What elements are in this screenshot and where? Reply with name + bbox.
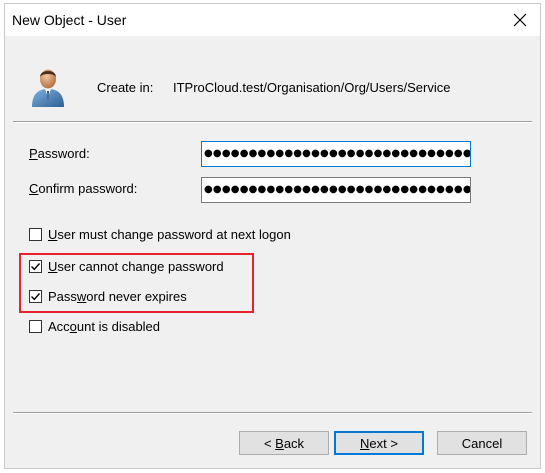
option0-accesskey: U	[48, 226, 58, 242]
password-input[interactable]: ●●●●●●●●●●●●●●●●●●●●●●●●●●●●●●●●●	[201, 141, 471, 167]
option3-accesskey: o	[69, 318, 77, 334]
back-prefix: <	[263, 435, 276, 451]
confirm-password-value: ●●●●●●●●●●●●●●●●●●●●●●●●●●●●●●●●●	[204, 184, 471, 195]
account-disabled-checkbox[interactable]	[29, 319, 42, 333]
confirm-label-text: onfirm password:	[38, 181, 138, 196]
close-icon	[513, 13, 527, 27]
title-bar: New Object - User	[5, 4, 540, 36]
back-accesskey: B	[275, 435, 284, 451]
next-button[interactable]: Next >	[334, 431, 424, 455]
option-account-disabled[interactable]: Account is disabled	[29, 317, 160, 335]
next-text: ext >	[369, 435, 398, 451]
password-label-accesskey: P	[29, 146, 38, 161]
password-label: Password:	[29, 146, 90, 161]
back-text: ack	[283, 435, 305, 451]
annotation-highlight-box	[19, 253, 254, 313]
user-icon	[32, 69, 64, 107]
confirm-label-accesskey: C	[29, 181, 39, 196]
password-label-text: assword:	[37, 146, 90, 161]
next-accesskey: N	[360, 435, 370, 451]
option-must-change-password[interactable]: User must change password at next logon	[29, 225, 291, 243]
separator-top	[13, 121, 532, 123]
must-change-password-checkbox[interactable]	[29, 227, 42, 241]
create-in-label: Create in:	[97, 80, 154, 95]
must-change-password-label: User must change password at next logon	[48, 227, 291, 242]
confirm-password-label: Confirm password:	[29, 181, 137, 196]
back-button[interactable]: < Back	[239, 431, 329, 455]
separator-bottom	[13, 412, 532, 414]
account-disabled-label: Account is disabled	[48, 319, 160, 334]
option3-prefix: Acc	[48, 318, 70, 334]
create-in-path: ITProCloud.test/Organisation/Org/Users/S…	[173, 80, 451, 95]
password-value: ●●●●●●●●●●●●●●●●●●●●●●●●●●●●●●●●●	[204, 148, 471, 159]
cancel-button[interactable]: Cancel	[437, 431, 527, 455]
new-object-user-dialog: New Object - User Create in: ITProCloud.…	[4, 3, 541, 469]
close-button[interactable]	[500, 4, 540, 36]
confirm-password-input[interactable]: ●●●●●●●●●●●●●●●●●●●●●●●●●●●●●●●●●	[201, 177, 471, 203]
window-title: New Object - User	[12, 12, 127, 28]
option0-text: ser must change password at next logon	[57, 226, 291, 242]
option3-text: unt is disabled	[76, 318, 161, 334]
